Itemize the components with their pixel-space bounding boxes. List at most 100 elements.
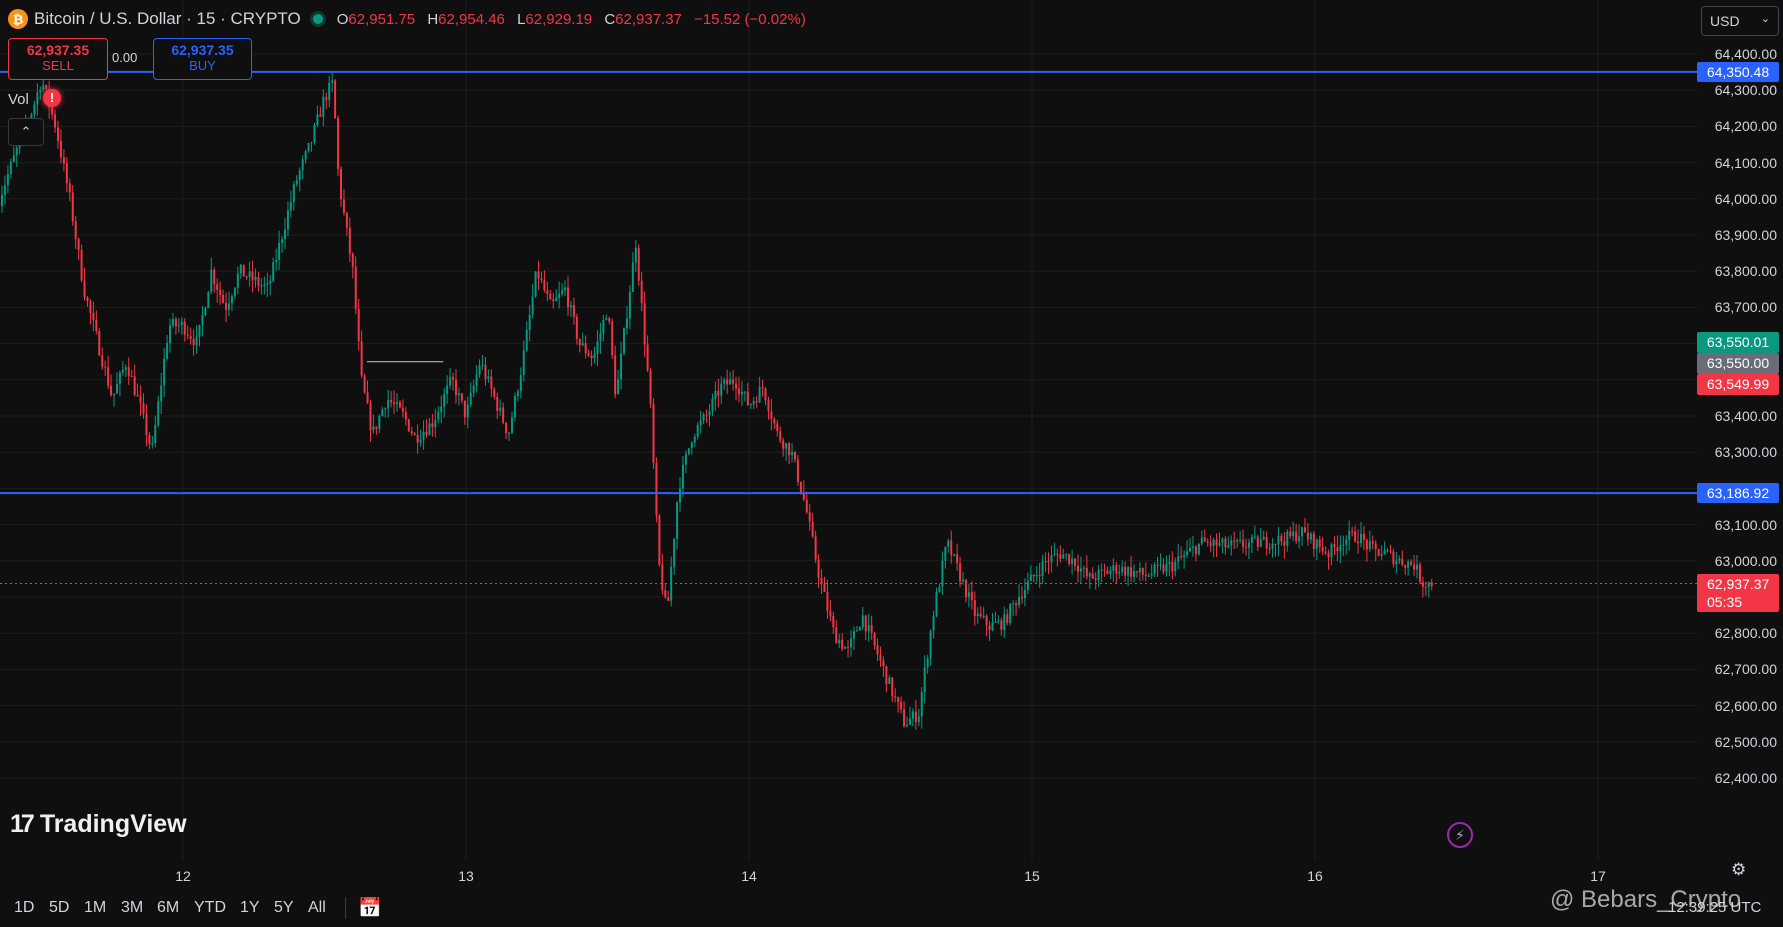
- candle-body: [304, 151, 307, 160]
- candle-body: [664, 590, 667, 598]
- lightning-icon[interactable]: ⚡: [1447, 822, 1473, 848]
- candle-body: [92, 312, 95, 320]
- tradingview-logo[interactable]: 17 TradingView: [10, 810, 187, 839]
- calendar-goto-icon[interactable]: 📅: [358, 896, 382, 920]
- candle-body: [1224, 538, 1227, 548]
- candle-body: [171, 319, 174, 326]
- candle-body: [225, 302, 228, 310]
- candle-body: [1215, 539, 1218, 546]
- candle-body: [1127, 567, 1130, 576]
- candle-body: [864, 615, 867, 632]
- candle-body: [1327, 553, 1330, 558]
- candle-body: [351, 253, 354, 267]
- candle-body: [959, 563, 962, 582]
- market-open-dot: [312, 14, 323, 24]
- sell-label: SELL: [42, 58, 74, 73]
- range-button-all[interactable]: All: [308, 899, 326, 917]
- candle-body: [555, 297, 558, 301]
- candle-body: [944, 546, 947, 561]
- range-button-3m[interactable]: 3M: [121, 899, 143, 917]
- candle-body: [257, 277, 260, 286]
- candle-body: [65, 163, 68, 184]
- candle-body: [799, 481, 802, 493]
- range-button-1d[interactable]: 1D: [14, 899, 34, 917]
- candle-body: [118, 372, 121, 384]
- candle-body: [425, 431, 428, 436]
- candle-body: [1357, 541, 1360, 544]
- candle-body: [1303, 527, 1306, 533]
- range-button-ytd[interactable]: YTD: [194, 899, 226, 917]
- candle-body: [1118, 572, 1121, 574]
- warning-icon[interactable]: !: [43, 89, 61, 107]
- candle-body: [679, 488, 682, 503]
- candle-body: [289, 201, 292, 211]
- candle-body: [1309, 533, 1312, 540]
- candle-body: [452, 376, 455, 380]
- candle-body: [743, 391, 746, 393]
- candle-body: [210, 269, 213, 292]
- candle-body: [755, 400, 758, 403]
- price-chart[interactable]: [0, 0, 1697, 860]
- candle-body: [1206, 541, 1209, 543]
- candle-body: [841, 639, 844, 649]
- candle-body: [1015, 603, 1018, 606]
- collapse-legend-button[interactable]: ⌃: [8, 118, 44, 146]
- candle-body: [283, 229, 286, 240]
- candle-body: [785, 443, 788, 449]
- buy-button[interactable]: 62,937.35 BUY: [153, 38, 252, 80]
- open-key: O: [336, 10, 349, 28]
- candle-body: [617, 379, 620, 395]
- candle-body: [605, 318, 608, 321]
- candle-body: [1380, 554, 1383, 556]
- candle-body: [1135, 571, 1138, 573]
- candle-body: [307, 142, 310, 152]
- time-tick-label: 13: [458, 868, 474, 884]
- candle-body: [711, 398, 714, 412]
- range-button-1m[interactable]: 1M: [84, 899, 106, 917]
- candle-body: [1421, 581, 1424, 587]
- volume-indicator-label[interactable]: Vol: [8, 91, 29, 108]
- candle-body: [832, 616, 835, 628]
- candle-body: [950, 540, 953, 556]
- candle-body: [1298, 536, 1301, 542]
- price-tick-label: 63,300.00: [1714, 444, 1777, 461]
- sell-button[interactable]: 62,937.35 SELL: [8, 38, 108, 80]
- symbol-title[interactable]: Bitcoin / U.S. Dollar · 15 · CRYPTO: [34, 9, 301, 29]
- bar-countdown: 05:35: [1707, 594, 1743, 611]
- candle-body: [770, 411, 773, 420]
- candle-body: [337, 118, 340, 169]
- range-button-6m[interactable]: 6M: [157, 899, 179, 917]
- candle-body: [502, 407, 505, 423]
- high-key: H: [427, 10, 439, 28]
- range-button-5d[interactable]: 5D: [49, 899, 69, 917]
- range-button-5y[interactable]: 5Y: [274, 899, 294, 917]
- candle-body: [1141, 567, 1144, 575]
- candle-body: [508, 432, 511, 434]
- gear-icon[interactable]: ⚙: [1731, 860, 1746, 880]
- candle-body: [42, 85, 45, 90]
- candle-body: [1289, 531, 1292, 537]
- spread-value: 0.00: [112, 50, 138, 65]
- candle-body: [1130, 567, 1133, 577]
- candle-body: [1430, 582, 1433, 587]
- candle-body: [1418, 564, 1421, 582]
- candle-body: [275, 259, 278, 263]
- candle-body: [1221, 538, 1224, 543]
- candle-body: [396, 402, 399, 405]
- candle-body: [811, 521, 814, 537]
- candle-body: [216, 284, 219, 291]
- candle-body: [204, 308, 207, 315]
- candle-body: [1035, 574, 1038, 577]
- candle-body: [1121, 566, 1124, 573]
- range-button-1y[interactable]: 1Y: [240, 899, 260, 917]
- horizontal-line-price-tag[interactable]: 64,350.48: [1697, 61, 1779, 82]
- currency-select[interactable]: USD ⌄: [1701, 6, 1779, 36]
- horizontal-line-price-tag[interactable]: 63,186.92: [1697, 483, 1779, 504]
- candle-body: [1389, 550, 1392, 552]
- candle-body: [888, 677, 891, 684]
- candle-body: [1410, 561, 1413, 565]
- candle-body: [699, 420, 702, 426]
- time-tick-label: 16: [1307, 868, 1323, 884]
- price-axis[interactable]: 64,400.00 64,300.00 64,200.00 64,100.00 64,0…: [1697, 0, 1783, 860]
- candle-body: [658, 515, 661, 565]
